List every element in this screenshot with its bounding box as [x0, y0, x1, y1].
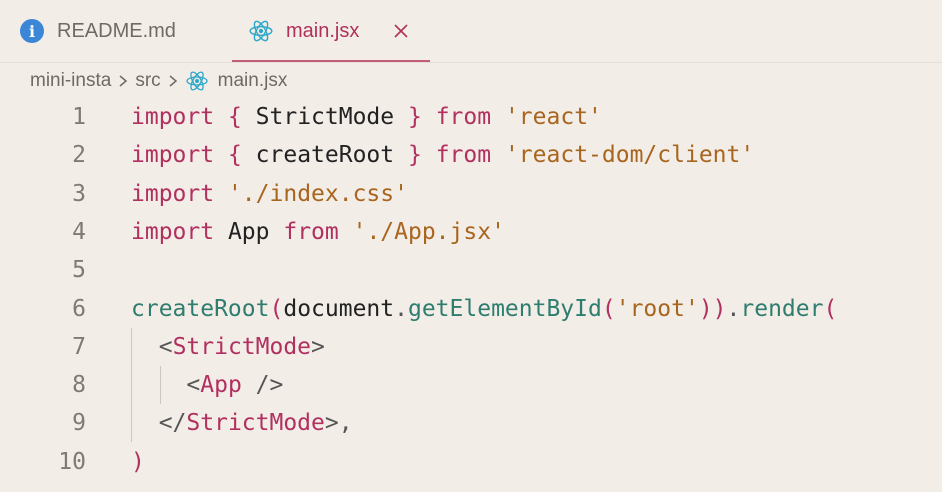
line-number: 2 — [72, 142, 86, 169]
chevron-right-icon — [167, 73, 179, 89]
code-token: from — [435, 142, 492, 169]
code-token: App — [214, 218, 284, 245]
code-text: </StrictMode>, — [131, 410, 353, 436]
line-number: 3 — [72, 180, 86, 207]
code-token: './index.css' — [227, 180, 408, 207]
code-token: ( — [823, 295, 838, 322]
breadcrumb-item-src[interactable]: src — [135, 70, 160, 92]
breadcrumb: mini-insta src main.jsx — [30, 68, 287, 94]
code-token: ( — [601, 295, 616, 322]
code-token: render — [740, 295, 824, 322]
line-number: 7 — [72, 333, 86, 360]
line-number: 6 — [72, 295, 86, 322]
code-text: import App from './App.jsx' — [131, 219, 505, 245]
code-text: createRoot(document.getElementById('root… — [131, 296, 837, 322]
tab-readme[interactable]: i README.md — [20, 0, 176, 62]
breadcrumb-item-main-jsx[interactable]: main.jsx — [218, 70, 288, 92]
code-token: getElementById — [407, 295, 602, 322]
code-text: import './index.css' — [131, 181, 408, 207]
code-token: import — [131, 104, 215, 130]
code-token: ( — [269, 295, 284, 322]
code-text: <StrictMode> — [131, 334, 325, 360]
code-token: { — [227, 142, 242, 169]
code-token: /> — [255, 372, 284, 399]
line-number: 4 — [72, 218, 86, 245]
code-line: 1 import { StrictMode } from 'react' — [0, 98, 942, 136]
tab-main-jsx[interactable]: main.jsx — [232, 0, 430, 62]
breadcrumb-item-mini-insta[interactable]: mini-insta — [30, 70, 111, 92]
code-text: import { StrictMode } from 'react' — [131, 104, 602, 130]
code-text: ) — [131, 449, 145, 475]
code-token: 'react-dom/client' — [504, 142, 755, 169]
code-token: createRoot — [241, 142, 408, 169]
code-token: document — [283, 295, 395, 322]
code-token: App — [200, 372, 242, 399]
code-token: 'react' — [504, 104, 602, 130]
code-text: import { createRoot } from 'react-dom/cl… — [131, 142, 754, 168]
code-line: 8 <App /> — [0, 366, 942, 404]
line-number: 8 — [72, 372, 86, 399]
react-icon — [249, 20, 273, 42]
close-icon[interactable] — [391, 21, 411, 41]
code-token: > — [311, 333, 325, 360]
code-token: } — [407, 104, 422, 130]
react-icon — [185, 71, 208, 91]
code-token: } — [407, 142, 422, 169]
code-token: import — [131, 180, 215, 207]
line-number: 10 — [58, 448, 86, 475]
code-line: 9 </StrictMode>, — [0, 404, 942, 442]
code-token: { — [227, 104, 242, 130]
info-icon: i — [20, 19, 44, 43]
code-line: 3 import './index.css' — [0, 175, 942, 213]
line-number: 9 — [72, 410, 86, 437]
code-token: import — [131, 218, 215, 245]
tab-bar: i README.md main.jsx — [0, 0, 942, 63]
code-token: . — [394, 295, 408, 322]
code-token: </ — [158, 410, 187, 437]
code-token: < — [158, 333, 173, 360]
code-token: ) — [131, 448, 145, 475]
code-token: >, — [324, 410, 353, 437]
line-number: 5 — [72, 257, 86, 284]
code-editor[interactable]: 1 import { StrictMode } from 'react' 2 impo… — [0, 98, 942, 492]
code-token: 'root' — [615, 295, 699, 322]
code-line: 6 createRoot(document.getElementById('roo… — [0, 290, 942, 328]
code-token: import — [131, 142, 215, 169]
code-line: 2 import { createRoot } from 'react-dom/c… — [0, 136, 942, 174]
code-token: )) — [698, 295, 727, 322]
code-line: 7 <StrictMode> — [0, 328, 942, 366]
code-token: < — [186, 372, 201, 399]
code-token: StrictMode — [241, 104, 408, 130]
tab-label: main.jsx — [286, 19, 360, 42]
code-token: from — [283, 218, 339, 245]
code-text: <App /> — [131, 372, 283, 398]
code-line: 10) — [0, 443, 942, 481]
code-token: from — [435, 104, 492, 130]
line-number: 1 — [72, 104, 86, 130]
code-line: 4 import App from './App.jsx' — [0, 213, 942, 251]
code-token: createRoot — [131, 295, 270, 322]
chevron-right-icon — [117, 73, 129, 89]
code-token: . — [726, 295, 741, 322]
code-line: 5 — [0, 251, 942, 289]
code-token: StrictMode — [172, 333, 312, 360]
tab-label: README.md — [57, 19, 176, 42]
code-token: './App.jsx' — [352, 218, 505, 245]
code-token: StrictMode — [186, 410, 325, 437]
active-tab-indicator — [232, 60, 430, 62]
